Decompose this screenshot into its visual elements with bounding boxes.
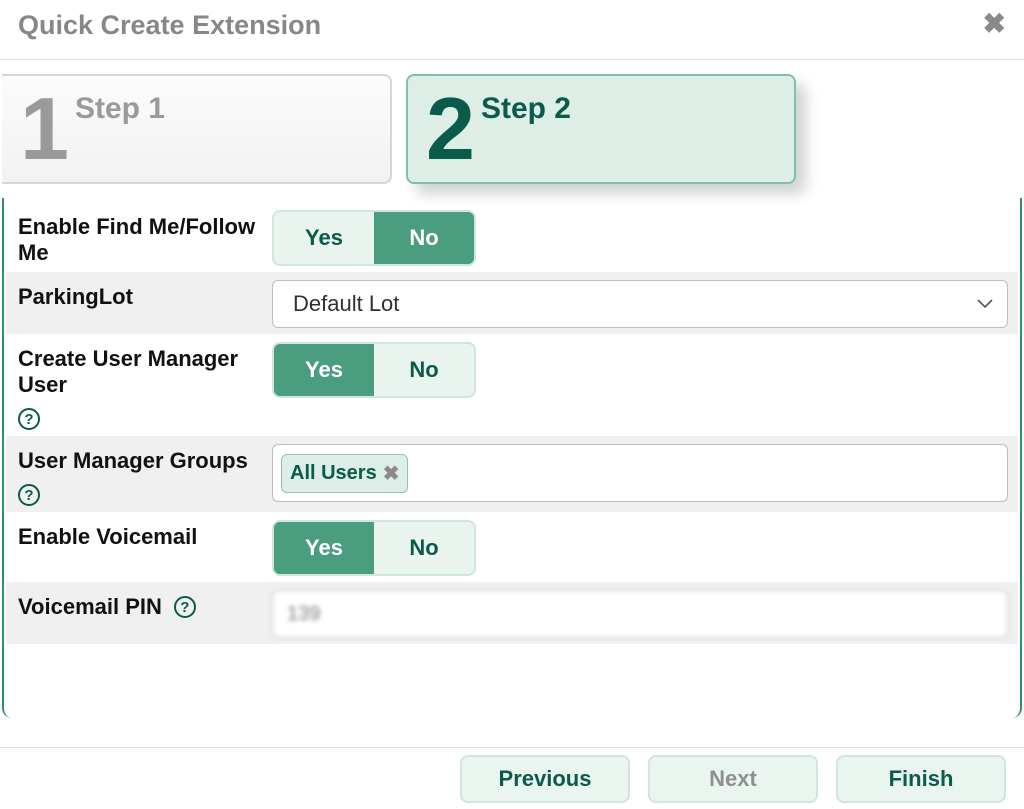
control-create-um-user: Yes No: [272, 340, 1008, 398]
step-2-number: 2: [426, 85, 475, 173]
next-button[interactable]: Next: [648, 755, 818, 803]
control-parkinglot: Default Lot: [272, 278, 1008, 328]
modal-title: Quick Create Extension: [18, 10, 321, 41]
form-panel: Enable Find Me/Follow Me Yes No ParkingL…: [2, 198, 1022, 718]
step-1-label: Step 1: [75, 92, 165, 126]
control-um-groups: All Users ✖: [272, 442, 1008, 502]
step-1-number: 1: [20, 85, 69, 173]
control-enable-voicemail: Yes No: [272, 518, 1008, 576]
toggle-create-um-user-yes[interactable]: Yes: [274, 344, 374, 396]
modal-header: Quick Create Extension ✖: [0, 0, 1024, 60]
help-icon[interactable]: ?: [18, 408, 40, 430]
tab-step-1[interactable]: 1 Step 1: [2, 74, 392, 184]
close-icon[interactable]: ✖: [983, 10, 1006, 38]
row-enable-findme: Enable Find Me/Follow Me Yes No: [6, 202, 1018, 272]
row-create-um-user: Create User Manager User ? Yes No: [6, 334, 1018, 436]
tag-remove-icon[interactable]: ✖: [383, 461, 400, 486]
help-icon[interactable]: ?: [174, 596, 196, 618]
toggle-findme: Yes No: [272, 210, 476, 266]
row-enable-voicemail: Enable Voicemail Yes No: [6, 512, 1018, 582]
label-enable-findme: Enable Find Me/Follow Me: [12, 208, 272, 266]
control-enable-findme: Yes No: [272, 208, 1008, 266]
tag-label: All Users: [290, 462, 377, 485]
step-2-label: Step 2: [481, 92, 571, 126]
toggle-findme-no[interactable]: No: [374, 212, 474, 264]
voicemail-pin-input[interactable]: [272, 590, 1008, 638]
label-voicemail-pin: Voicemail PIN ?: [12, 588, 272, 620]
row-voicemail-pin: Voicemail PIN ?: [6, 582, 1018, 644]
row-um-groups: User Manager Groups ? All Users ✖: [6, 436, 1018, 512]
label-um-groups: User Manager Groups ?: [12, 442, 272, 506]
tag-all-users: All Users ✖: [281, 454, 408, 493]
tab-step-2[interactable]: 2 Step 2: [406, 74, 796, 184]
modal: Quick Create Extension ✖ 1 Step 1 2 Step…: [0, 0, 1024, 809]
row-parkinglot: ParkingLot Default Lot: [6, 272, 1018, 334]
toggle-enable-voicemail-yes[interactable]: Yes: [274, 522, 374, 574]
previous-button[interactable]: Previous: [460, 755, 630, 803]
finish-button[interactable]: Finish: [836, 755, 1006, 803]
chevron-down-icon: [977, 299, 993, 309]
modal-footer: Previous Next Finish: [0, 747, 1024, 809]
steps-row: 1 Step 1 2 Step 2: [0, 60, 1024, 198]
toggle-enable-voicemail: Yes No: [272, 520, 476, 576]
label-parkinglot: ParkingLot: [12, 278, 272, 310]
control-voicemail-pin: [272, 588, 1008, 638]
select-parkinglot-value: Default Lot: [293, 291, 399, 317]
toggle-enable-voicemail-no[interactable]: No: [374, 522, 474, 574]
select-parkinglot[interactable]: Default Lot: [272, 280, 1008, 328]
label-create-um-user: Create User Manager User ?: [12, 340, 272, 430]
um-groups-input[interactable]: All Users ✖: [272, 444, 1008, 502]
toggle-findme-yes[interactable]: Yes: [274, 212, 374, 264]
toggle-create-um-user-no[interactable]: No: [374, 344, 474, 396]
label-enable-voicemail: Enable Voicemail: [12, 518, 272, 550]
toggle-create-um-user: Yes No: [272, 342, 476, 398]
help-icon[interactable]: ?: [18, 484, 40, 506]
